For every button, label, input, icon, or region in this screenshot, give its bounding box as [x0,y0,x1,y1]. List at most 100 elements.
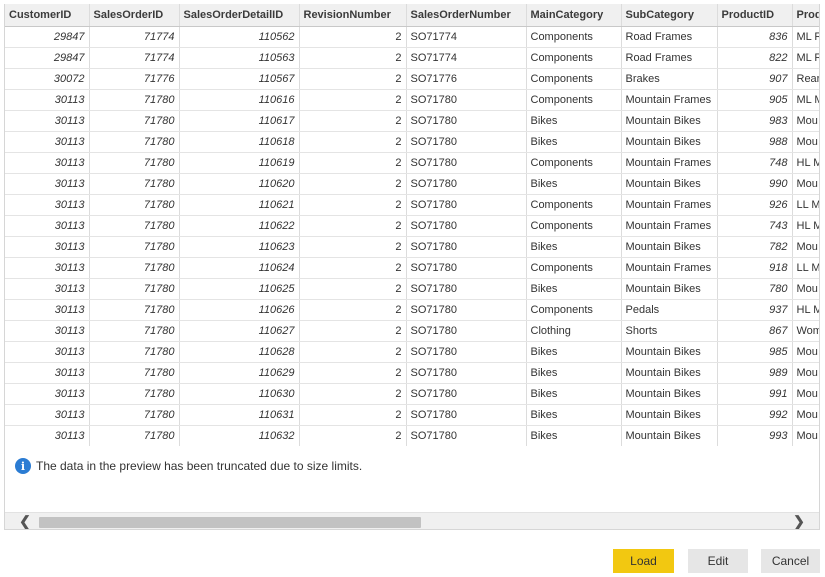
table-cell: Mountain Bikes [621,278,718,300]
truncation-notice-text: The data in the preview has been truncat… [36,459,363,473]
table-cell: 991 [717,383,793,405]
table-cell: Bikes [526,425,622,446]
table-cell: Mountain Frames [621,89,718,111]
table-cell: 110621 [179,194,300,216]
column-header[interactable]: SubCategory [621,4,718,27]
table-cell: Mountain Bikes [621,362,718,384]
table-cell: 71780 [89,404,180,426]
table-header-row: CustomerID SalesOrderID SalesOrderDetailID… [5,4,819,27]
table-cell: 822 [717,47,793,69]
table-cell: 110562 [179,26,300,48]
load-button[interactable]: Load [613,549,674,573]
table-cell: 2 [299,341,407,363]
table-row: 30113 71780 110619 2 SO71780 Components Mounta… [5,152,819,174]
table-row: 30113 71780 110630 2 SO71780 Bikes Mountain Bi… [5,383,819,405]
table-cell: SO71780 [406,320,527,342]
table-row: 30113 71780 110627 2 SO71780 Clothing Shorts 86… [5,320,819,342]
table-cell: Brakes [621,68,718,90]
table-cell: SO71780 [406,131,527,153]
table-cell: SO71780 [406,404,527,426]
table-cell: SO71780 [406,383,527,405]
table-cell: 29847 [5,26,90,48]
table-cell: Pedals [621,299,718,321]
table-cell: 71780 [89,362,180,384]
table-cell: 71780 [89,131,180,153]
table-cell: ML R [792,26,819,48]
table-row: 30072 71776 110567 2 SO71776 Components Brakes… [5,68,819,90]
table-cell: 2 [299,236,407,258]
table-cell: 71780 [89,236,180,258]
table-cell: Components [526,194,622,216]
table-cell: 907 [717,68,793,90]
table-cell: 71780 [89,194,180,216]
table-cell: Components [526,89,622,111]
table-cell: 71780 [89,110,180,132]
table-cell: 2 [299,425,407,446]
chevron-right-icon[interactable]: ❯ [787,513,811,529]
table-cell: SO71780 [406,362,527,384]
table-cell: Bikes [526,173,622,195]
chevron-left-icon[interactable]: ❮ [13,513,37,529]
table-cell: 30113 [5,404,90,426]
table-cell: SO71780 [406,278,527,300]
table-cell: SO71780 [406,173,527,195]
table-cell: 71780 [89,257,180,279]
column-header[interactable]: ProductID [717,4,793,27]
table-cell: 30113 [5,383,90,405]
table-cell: Mountain Bikes [621,110,718,132]
table-cell: 30113 [5,215,90,237]
data-preview-panel: CustomerID SalesOrderID SalesOrderDetailID… [4,4,820,530]
column-header[interactable]: SalesOrderDetailID [179,4,300,27]
table-cell: Bikes [526,383,622,405]
table-cell: 2 [299,383,407,405]
table-cell: Mou [792,425,819,446]
table-row: 30113 71780 110616 2 SO71780 Components Mounta… [5,89,819,111]
table-cell: 30072 [5,68,90,90]
table-cell: Road Frames [621,26,718,48]
table-cell: 110627 [179,320,300,342]
column-header[interactable]: MainCategory [526,4,622,27]
column-header[interactable]: CustomerID [5,4,90,27]
column-header[interactable]: Prod [792,4,819,27]
table-cell: 71776 [89,68,180,90]
table-cell: 2 [299,26,407,48]
table-cell: 29847 [5,47,90,69]
table-cell: 110632 [179,425,300,446]
table-cell: Mountain Bikes [621,404,718,426]
table-cell: 30113 [5,152,90,174]
table-cell: 71780 [89,215,180,237]
table-cell: 2 [299,257,407,279]
table-cell: SO71780 [406,341,527,363]
table-cell: 2 [299,173,407,195]
column-header[interactable]: RevisionNumber [299,4,407,27]
table-row: 30113 71780 110622 2 SO71780 Components Mounta… [5,215,819,237]
scrollbar-thumb[interactable] [39,517,421,528]
table-cell: Bikes [526,278,622,300]
table-cell: 2 [299,89,407,111]
table-cell: 30113 [5,110,90,132]
table-cell: SO71780 [406,152,527,174]
table-cell: 110563 [179,47,300,69]
table-cell: 71780 [89,299,180,321]
table-cell: 983 [717,110,793,132]
table-cell: 110617 [179,110,300,132]
truncation-notice: i The data in the preview has been trunc… [15,458,362,474]
column-header[interactable]: SalesOrderID [89,4,180,27]
table-body: 29847 71774 110562 2 SO71774 Components Road F… [5,26,819,446]
data-preview-table: CustomerID SalesOrderID SalesOrderDetailID… [5,4,819,446]
table-cell: 110567 [179,68,300,90]
table-cell: Bikes [526,110,622,132]
edit-button[interactable]: Edit [688,549,748,573]
table-row: 30113 71780 110617 2 SO71780 Bikes Mountain Bi… [5,110,819,132]
column-header[interactable]: SalesOrderNumber [406,4,527,27]
table-cell: Wom [792,320,819,342]
table-cell: Mou [792,404,819,426]
table-row: 30113 71780 110625 2 SO71780 Bikes Mountain Bi… [5,278,819,300]
table-cell: 30113 [5,89,90,111]
table-cell: Components [526,299,622,321]
horizontal-scrollbar[interactable]: ❮ ❯ [5,512,819,529]
table-cell: 110622 [179,215,300,237]
table-row: 29847 71774 110562 2 SO71774 Components Road F… [5,26,819,48]
table-cell: HL M [792,299,819,321]
cancel-button[interactable]: Cancel [761,549,820,573]
